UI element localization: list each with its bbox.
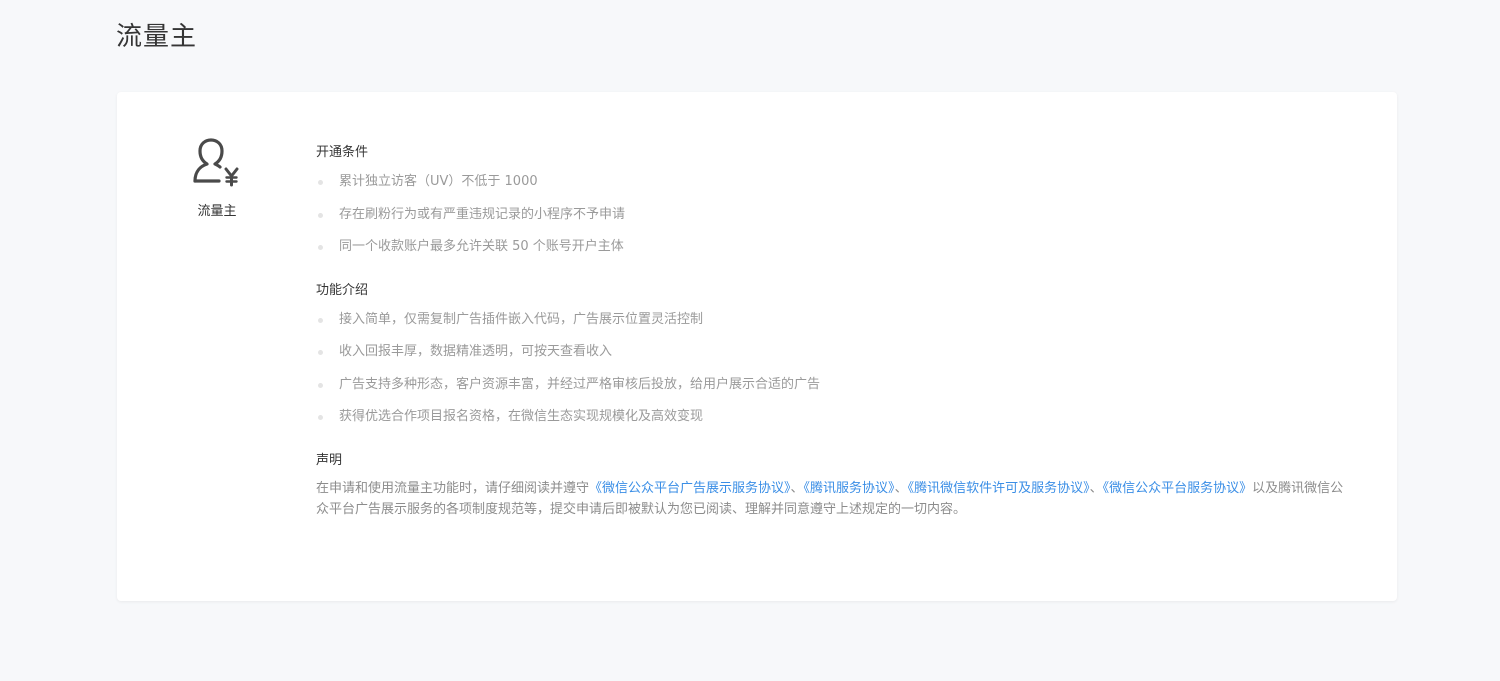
role-block: 流量主 [179,138,255,219]
separator: 、 [790,480,804,496]
list-item: 广告支持多种形态，客户资源丰富，并经过严格审核后投放，给用户展示合适的广告 [316,373,1346,406]
list-item-text: 获得优选合作项目报名资格，在微信生态实现规模化及高效变现 [339,409,704,424]
list-item-text: 同一个收款账户最多允许关联 50 个账号开户主体 [339,239,624,254]
bullet-dot [318,415,323,420]
features-section: 功能介绍 接入简单，仅需复制广告插件嵌入代码，广告展示位置灵活控制 收入回报丰厚… [316,282,1346,438]
bullet-dot [318,317,323,323]
statement-prefix: 在申请和使用流量主功能时，请仔细阅读并遵守 [316,480,590,496]
separator: 、 [894,480,908,496]
list-item-text: 接入简单，仅需复制广告插件嵌入代码，广告展示位置灵活控制 [339,311,704,327]
statement-section: 声明 在申请和使用流量主功能时，请仔细阅读并遵守《微信公众平台广告展示服务协议》… [316,452,1346,520]
list-item: 接入简单，仅需复制广告插件嵌入代码，广告展示位置灵活控制 [316,308,1346,341]
conditions-title: 开通条件 [316,145,369,160]
page-title: 流量主 [116,22,198,52]
content-area: 开通条件 累计独立访客（UV）不低于 1000 存在刷粉行为或有严重违规记录的小… [316,144,1346,520]
role-name: 流量主 [197,204,237,219]
list-item: 获得优选合作项目报名资格，在微信生态实现规模化及高效变现 [316,405,1346,438]
list-item-text: 广告支持多种形态，客户资源丰富，并经过严格审核后投放，给用户展示合适的广告 [339,376,821,392]
statement-text: 在申请和使用流量主功能时，请仔细阅读并遵守《微信公众平台广告展示服务协议》、《腾… [316,478,1346,520]
user-yen-icon [193,138,239,187]
list-item: 累计独立访客（UV）不低于 1000 [316,170,1346,203]
list-item-text: 累计独立访客（UV）不低于 1000 [339,174,538,189]
features-title: 功能介绍 [316,282,369,298]
conditions-list: 累计独立访客（UV）不低于 1000 存在刷粉行为或有严重违规记录的小程序不予申… [316,170,1346,268]
bullet-dot [318,382,323,388]
features-list: 接入简单，仅需复制广告插件嵌入代码，广告展示位置灵活控制 收入回报丰厚，数据精准… [316,308,1346,438]
bullet-dot [318,245,323,250]
bullet-dot [318,180,323,185]
traffic-owner-card: 流量主 开通条件 累计独立访客（UV）不低于 1000 存在刷粉行为或有严重违规… [117,92,1397,601]
list-item: 同一个收款账户最多允许关联 50 个账号开户主体 [316,235,1346,268]
tencent-service-agreement-link[interactable]: 《腾讯服务协议》 [804,481,895,496]
bullet-dot [318,212,323,218]
ad-display-agreement-link[interactable]: 《微信公众平台广告展示服务协议》 [589,481,791,496]
list-item: 存在刷粉行为或有严重违规记录的小程序不予申请 [316,203,1346,236]
platform-service-agreement-link[interactable]: 《微信公众平台服务协议》 [1103,481,1253,496]
conditions-section: 开通条件 累计独立访客（UV）不低于 1000 存在刷粉行为或有严重违规记录的小… [316,144,1346,268]
bullet-dot [318,350,323,355]
list-item-text: 收入回报丰厚，数据精准透明，可按天查看收入 [339,344,613,359]
wechat-license-agreement-link[interactable]: 《腾讯微信软件许可及服务协议》 [908,481,1090,496]
statement-title: 声明 [316,452,343,468]
list-item-text: 存在刷粉行为或有严重违规记录的小程序不予申请 [339,206,626,222]
separator: 、 [1089,480,1103,496]
list-item: 收入回报丰厚，数据精准透明，可按天查看收入 [316,340,1346,373]
